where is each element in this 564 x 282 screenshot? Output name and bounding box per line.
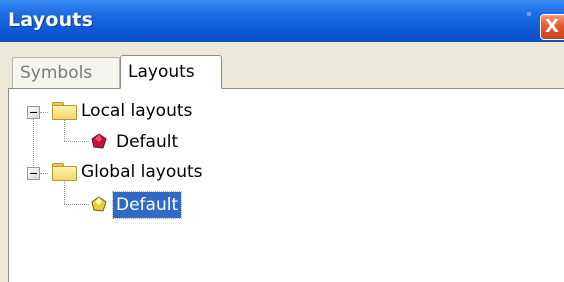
- folder-local-layouts-icon: [52, 102, 77, 120]
- layouts-window: Layouts X Symbols Layouts Local layouts …: [0, 0, 564, 282]
- tab-layouts[interactable]: Layouts: [120, 55, 222, 89]
- close-icon: X: [545, 16, 559, 37]
- tree-connector-global: [40, 173, 48, 174]
- tree-node-global-default[interactable]: Default: [111, 191, 183, 219]
- tree-connector-root: [33, 114, 34, 174]
- tree-node-local-default[interactable]: Default: [113, 129, 181, 155]
- tree-connector-local: [40, 112, 48, 113]
- tab-symbols[interactable]: Symbols: [12, 57, 120, 89]
- layouts-tree-panel: Local layouts Default Global layouts Def…: [8, 88, 564, 282]
- window-title: Layouts: [8, 9, 94, 31]
- title-bar[interactable]: Layouts X: [0, 0, 564, 42]
- tree-connector-local-child-v: [64, 120, 65, 141]
- tree-connector-global-child-h: [64, 204, 89, 205]
- titlebar-grip-icon: [527, 12, 531, 16]
- tree-connector-global-child-v: [64, 181, 65, 204]
- collapse-global-layouts-icon[interactable]: [27, 167, 40, 180]
- tree-node-global-layouts[interactable]: Global layouts: [78, 159, 206, 185]
- gem-yellow-icon: [91, 196, 107, 212]
- tree-node-local-layouts[interactable]: Local layouts: [78, 98, 195, 124]
- gem-red-icon: [91, 133, 107, 149]
- close-button[interactable]: X: [540, 14, 564, 40]
- collapse-local-layouts-icon[interactable]: [27, 106, 40, 119]
- tree-connector-local-child-h: [64, 141, 89, 142]
- folder-global-layouts-icon: [52, 163, 77, 181]
